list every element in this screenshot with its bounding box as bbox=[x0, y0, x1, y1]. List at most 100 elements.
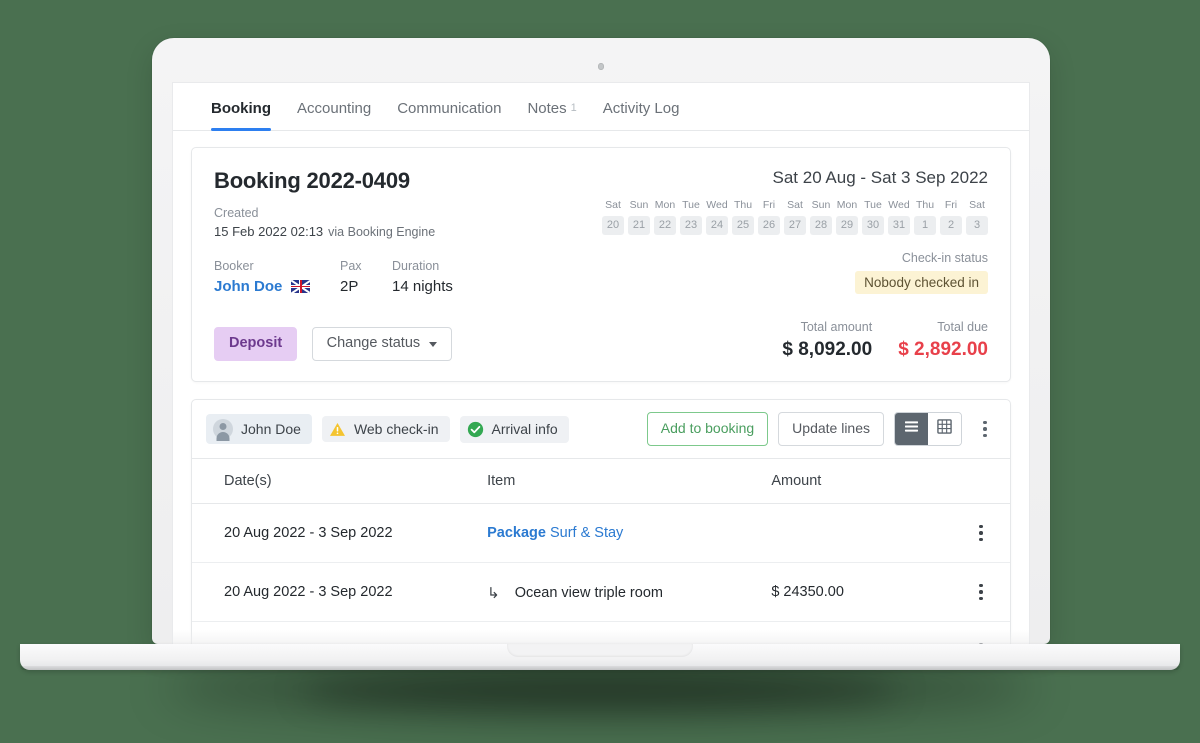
calendar-day[interactable]: 27 bbox=[784, 216, 806, 235]
column-header-dates: Date(s) bbox=[192, 458, 478, 504]
tab-communication[interactable]: Communication bbox=[397, 100, 501, 130]
warning-triangle-icon bbox=[329, 422, 346, 437]
grid-view-button[interactable] bbox=[928, 413, 961, 445]
calendar-day[interactable]: 31 bbox=[888, 216, 910, 235]
calendar-weekday: Fri bbox=[944, 199, 958, 211]
calendar-day[interactable]: 3 bbox=[966, 216, 988, 235]
calendar-strip: Sat Sun Mon Tue Wed Thu Fri Sat Sun Mon … bbox=[602, 199, 988, 235]
grid-icon bbox=[937, 419, 952, 439]
row-dates: 20 Aug 2022 - 3 Sep 2022 bbox=[192, 562, 478, 622]
created-datetime: 15 Feb 2022 02:13 bbox=[214, 224, 324, 239]
uk-flag-icon bbox=[291, 280, 311, 293]
calendar-weekday: Mon bbox=[654, 199, 676, 211]
sub-line-arrow-icon: ↳ bbox=[487, 585, 500, 602]
action-buttons: Deposit Change status bbox=[214, 327, 453, 361]
row-overflow-menu-button[interactable] bbox=[970, 577, 992, 607]
calendar-day[interactable]: 28 bbox=[810, 216, 832, 235]
deposit-button[interactable]: Deposit bbox=[214, 327, 298, 361]
created-label: Created bbox=[214, 206, 259, 220]
calendar-day[interactable]: 24 bbox=[706, 216, 728, 235]
tab-activity-log[interactable]: Activity Log bbox=[603, 100, 680, 130]
chevron-down-icon bbox=[429, 341, 438, 347]
calendar-day[interactable]: 26 bbox=[758, 216, 780, 235]
scene: Booking Accounting Communication Notes 1 … bbox=[0, 0, 1200, 743]
total-due-label: Total due bbox=[937, 320, 988, 334]
row-item: ↳ Ocean view triple room bbox=[477, 562, 762, 622]
created-value-wrap: 15 Feb 2022 02:13 via Booking Engine bbox=[214, 224, 435, 239]
totals: Total amount $ 8,092.00 Total due $ 2,89… bbox=[782, 320, 988, 361]
calendar-day[interactable]: 29 bbox=[836, 216, 858, 235]
chip-web-checkin-label: Web check-in bbox=[353, 421, 439, 437]
calendar-day[interactable]: 2 bbox=[940, 216, 962, 235]
created-source: via Booking Engine bbox=[328, 225, 436, 239]
column-header-amount: Amount bbox=[761, 458, 958, 504]
add-to-booking-button[interactable]: Add to booking bbox=[646, 412, 769, 446]
change-status-button[interactable]: Change status bbox=[311, 327, 453, 361]
update-lines-button[interactable]: Update lines bbox=[778, 412, 884, 446]
row-item-name: Ocean view triple room bbox=[514, 585, 663, 601]
chip-guest[interactable]: John Doe bbox=[206, 414, 312, 444]
tab-accounting-label: Accounting bbox=[297, 100, 372, 117]
tab-booking-label: Booking bbox=[211, 100, 271, 117]
calendar-weekday: Thu bbox=[733, 199, 753, 211]
view-toggle bbox=[894, 412, 962, 446]
status-badge: Nobody checked in bbox=[855, 271, 988, 294]
booker-link[interactable]: John Doe bbox=[214, 278, 282, 295]
laptop-base-notch bbox=[507, 644, 693, 657]
list-view-button[interactable] bbox=[895, 413, 928, 445]
duration-label: Duration bbox=[392, 259, 440, 273]
laptop-shadow-secondary bbox=[300, 672, 900, 710]
tab-communication-label: Communication bbox=[397, 100, 502, 117]
table-row[interactable]: 20 Aug 2022 - 3 Sep 2022 ↳ Ocean view tr… bbox=[192, 562, 1010, 622]
table-header-row: Date(s) Item Amount bbox=[192, 458, 1010, 504]
calendar-weekday: Sat bbox=[787, 199, 803, 211]
row-package-label: Package bbox=[487, 525, 546, 541]
calendar-weekday: Sun bbox=[811, 199, 831, 211]
calendar-weekday: Mon bbox=[836, 199, 858, 211]
tab-notes[interactable]: Notes 1 bbox=[527, 100, 576, 130]
calendar-day[interactable]: 23 bbox=[680, 216, 702, 235]
calendar-day[interactable]: 22 bbox=[654, 216, 676, 235]
chip-web-checkin[interactable]: Web check-in bbox=[321, 416, 450, 442]
chip-arrival-info-label: Arrival info bbox=[491, 421, 558, 437]
row-item-name: Surf & Stay bbox=[549, 525, 624, 541]
laptop-lid: Booking Accounting Communication Notes 1 … bbox=[152, 38, 1050, 656]
calendar-day[interactable]: 30 bbox=[862, 216, 884, 235]
table-row[interactable]: 20 Aug 2022 - 3 Sep 2022 Package Surf & … bbox=[192, 503, 1010, 563]
tab-notes-badge: 1 bbox=[570, 102, 577, 114]
lines-toolbar-actions: Add to booking Update lines bbox=[646, 412, 996, 446]
calendar-day[interactable]: 1 bbox=[914, 216, 936, 235]
calendar-day[interactable]: 21 bbox=[628, 216, 650, 235]
chip-guest-label: John Doe bbox=[241, 421, 301, 437]
total-amount-label: Total amount bbox=[800, 320, 873, 334]
page-title: Booking 2022-0409 bbox=[214, 168, 410, 193]
screen: Booking Accounting Communication Notes 1 … bbox=[172, 82, 1030, 656]
tab-accounting[interactable]: Accounting bbox=[297, 100, 371, 130]
calendar-weekday: Tue bbox=[682, 199, 700, 211]
tab-booking[interactable]: Booking bbox=[211, 100, 271, 131]
lines-toolbar: John Doe Web check-in Arrival info Add t… bbox=[192, 400, 1010, 458]
chip-arrival-info[interactable]: Arrival info bbox=[459, 415, 569, 443]
row-actions bbox=[957, 562, 1010, 622]
row-amount: $ 24350.00 bbox=[761, 562, 958, 622]
meta-pax: Pax 2P bbox=[340, 259, 372, 295]
booking-lines-card: John Doe Web check-in Arrival info Add t… bbox=[191, 399, 1011, 656]
pax-value: 2P bbox=[340, 278, 359, 295]
row-amount bbox=[761, 503, 958, 563]
tab-activity-log-label: Activity Log bbox=[602, 100, 680, 117]
laptop-base bbox=[20, 644, 1180, 670]
tabbar: Booking Accounting Communication Notes 1 … bbox=[173, 83, 1029, 131]
calendar-day[interactable]: 20 bbox=[602, 216, 624, 235]
calendar-weekday: Fri bbox=[762, 199, 776, 211]
row-date-range: 20 Aug 2022 - 3 Sep 2022 bbox=[224, 525, 393, 541]
meta-booker: Booker John Doe bbox=[214, 259, 314, 295]
booker-label: Booker bbox=[214, 259, 254, 273]
calendar-day-row: 20 21 22 23 24 25 26 27 28 29 30 31 1 2 … bbox=[602, 216, 988, 235]
calendar-day[interactable]: 25 bbox=[732, 216, 754, 235]
checkin-status-label: Check-in status bbox=[901, 251, 988, 265]
booking-lines-table: Date(s) Item Amount 20 Aug 2022 - 3 Sep … bbox=[192, 458, 1010, 656]
row-overflow-menu-button[interactable] bbox=[970, 518, 992, 548]
lines-overflow-menu-button[interactable] bbox=[974, 414, 996, 444]
row-actions bbox=[957, 503, 1010, 563]
total-due-block: Total due $ 2,892.00 bbox=[898, 320, 988, 361]
